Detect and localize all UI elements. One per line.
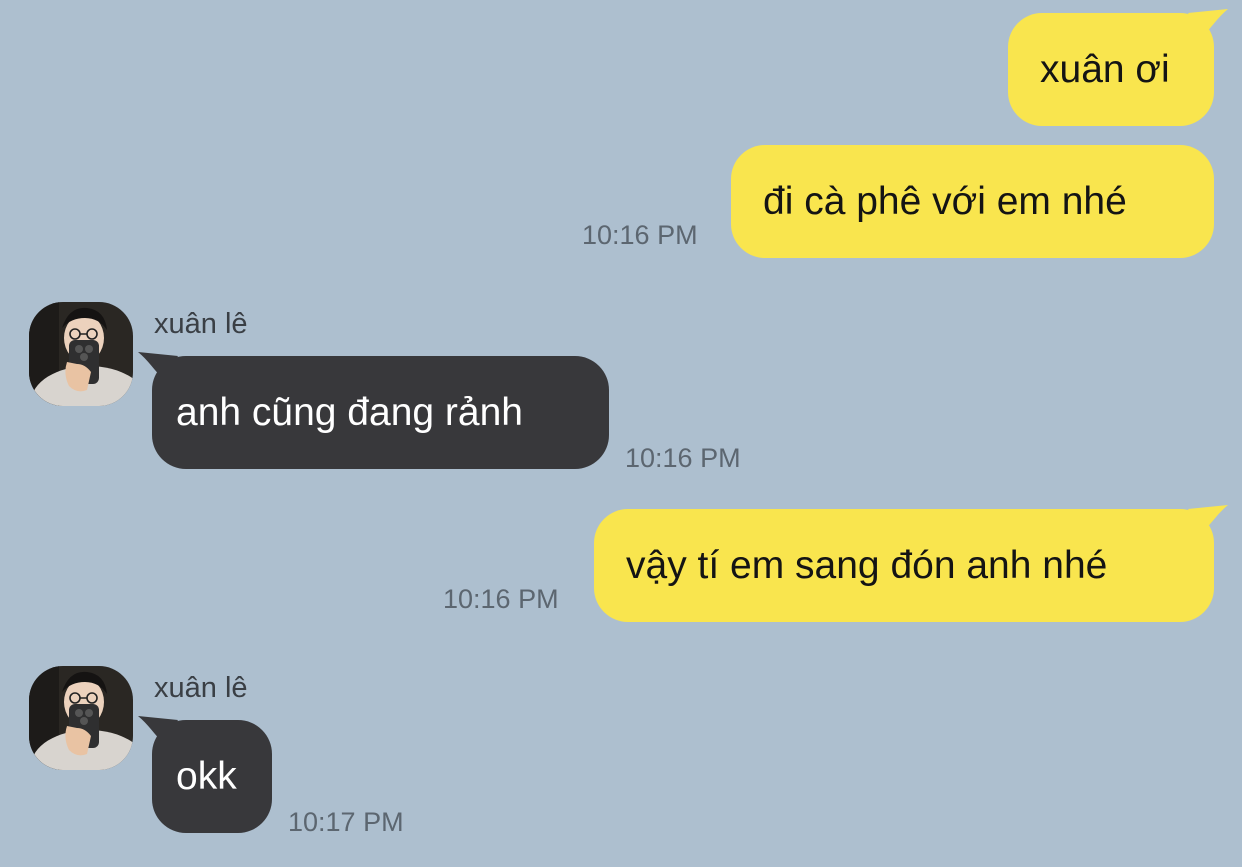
message-timestamp: 10:17 PM <box>288 807 404 837</box>
incoming-message-bubble[interactable]: okk <box>138 716 272 833</box>
message-text: anh cũng đang rảnh <box>176 391 523 434</box>
message-timestamp: 10:16 PM <box>582 220 698 250</box>
message-timestamp: 10:16 PM <box>443 584 559 614</box>
incoming-message-bubble[interactable]: anh cũng đang rảnh <box>138 352 609 469</box>
bubble-tail-icon <box>1188 505 1228 533</box>
bubble-tail-icon <box>1188 9 1228 37</box>
bubble-tail-icon <box>138 716 178 744</box>
message-text: vậy tí em sang đón anh nhé <box>626 544 1108 587</box>
contact-avatar[interactable] <box>29 666 133 770</box>
chat-area[interactable]: xuân ơi đi cà phê với em nhé 10:16 PM xu… <box>0 0 1242 867</box>
outgoing-message-bubble[interactable]: xuân ơi <box>1008 9 1228 126</box>
outgoing-message-bubble[interactable]: vậy tí em sang đón anh nhé <box>594 505 1228 622</box>
bubble-tail-icon <box>138 352 178 380</box>
message-timestamp: 10:16 PM <box>625 443 741 473</box>
message-text: xuân ơi <box>1040 48 1170 91</box>
avatar-photo-icon <box>29 666 133 770</box>
avatar-photo-icon <box>29 302 133 406</box>
contact-name: xuân lê <box>154 308 248 340</box>
contact-avatar[interactable] <box>29 302 133 406</box>
outgoing-message-bubble[interactable]: đi cà phê với em nhé <box>731 145 1214 258</box>
message-text: đi cà phê với em nhé <box>763 180 1127 223</box>
contact-name: xuân lê <box>154 672 248 704</box>
message-text: okk <box>176 755 237 798</box>
